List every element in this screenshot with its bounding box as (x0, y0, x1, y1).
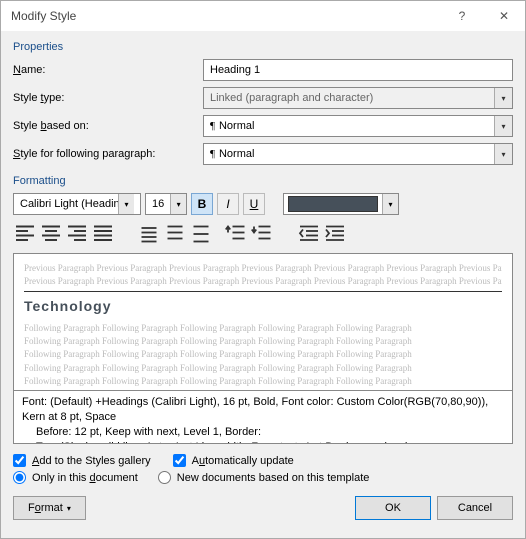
align-right-button[interactable] (65, 223, 89, 245)
preview-following-paragraph: Following Paragraph Following Paragraph … (24, 322, 502, 335)
align-left-button[interactable] (13, 223, 37, 245)
font-size-value: 16 (146, 198, 170, 210)
auto-update-label: Automatically update (192, 455, 294, 467)
modify-style-dialog: Modify Style ? ✕ Properties Name: Style … (0, 0, 526, 539)
preview-following-paragraph: Following Paragraph Following Paragraph … (24, 335, 502, 348)
based-on-value: Normal (219, 120, 254, 132)
properties-section-label: Properties (13, 41, 513, 53)
style-type-value: Linked (paragraph and character) (210, 92, 373, 104)
style-type-label: Style type: (13, 92, 203, 104)
preview-prev-paragraph: Previous Paragraph Previous Paragraph Pr… (24, 262, 502, 275)
ok-button[interactable]: OK (355, 496, 431, 520)
new-docs-label: New documents based on this template (177, 472, 370, 484)
indent-increase-button[interactable] (323, 223, 347, 245)
add-gallery-checkbox[interactable] (13, 454, 26, 467)
chevron-down-icon: ▾ (494, 144, 512, 164)
chevron-down-icon: ▾ (494, 116, 512, 136)
based-on-label: Style based on: (13, 120, 203, 132)
align-justify-button[interactable] (91, 223, 115, 245)
based-on-select[interactable]: ¶Normal ▾ (203, 115, 513, 137)
preview-following-paragraph: Following Paragraph Following Paragraph … (24, 348, 502, 361)
following-value: Normal (219, 148, 254, 160)
line-spacing-1-button[interactable] (137, 223, 161, 245)
chevron-down-icon: ▾ (118, 194, 134, 214)
add-gallery-label: Add to the Styles gallery (32, 455, 151, 467)
desc-line-3: Top: (Single solid line, Auto, 1 pt Line… (22, 440, 504, 444)
chevron-down-icon: ▾ (170, 194, 186, 214)
space-before-dec-button[interactable] (251, 223, 275, 245)
font-name-combo[interactable]: Calibri Light (Headings) ▾ (13, 193, 141, 215)
preview-prev-paragraph: Previous Paragraph Previous Paragraph Pr… (24, 275, 502, 288)
dialog-title: Modify Style (11, 9, 76, 23)
font-toolbar: Calibri Light (Headings) ▾ 16 ▾ B I U ▾ (13, 193, 513, 215)
name-input[interactable] (203, 59, 513, 81)
only-doc-label: Only in this document (32, 472, 138, 484)
preview-following-paragraph: Following Paragraph Following Paragraph … (24, 362, 502, 375)
indent-decrease-button[interactable] (297, 223, 321, 245)
paragraph-toolbar (13, 223, 513, 245)
titlebar: Modify Style ? ✕ (1, 1, 525, 31)
desc-line-2: Before: 12 pt, Keep with next, Level 1, … (22, 425, 504, 440)
color-swatch (288, 196, 378, 212)
italic-button[interactable]: I (217, 193, 239, 215)
name-label: Name: (13, 64, 203, 76)
following-label: Style for following paragraph: (13, 148, 203, 160)
line-spacing-15-button[interactable] (163, 223, 187, 245)
only-doc-radio[interactable] (13, 471, 26, 484)
preview-following-paragraph: Following Paragraph Following Paragraph … (24, 375, 502, 388)
font-size-combo[interactable]: 16 ▾ (145, 193, 187, 215)
line-spacing-2-button[interactable] (189, 223, 213, 245)
font-color-select[interactable]: ▾ (283, 193, 399, 215)
formatting-section-label: Formatting (13, 175, 513, 187)
bold-button[interactable]: B (191, 193, 213, 215)
help-button[interactable]: ? (441, 1, 483, 31)
format-button[interactable]: Format▾ (13, 496, 86, 520)
preview-pane: Previous Paragraph Previous Paragraph Pr… (13, 253, 513, 391)
underline-button[interactable]: U (243, 193, 265, 215)
new-docs-radio[interactable] (158, 471, 171, 484)
style-description: Font: (Default) +Headings (Calibri Light… (13, 390, 513, 444)
auto-update-checkbox[interactable] (173, 454, 186, 467)
preview-heading: Technology (24, 296, 502, 316)
align-center-button[interactable] (39, 223, 63, 245)
chevron-down-icon: ▾ (494, 88, 512, 108)
cancel-button[interactable]: Cancel (437, 496, 513, 520)
chevron-down-icon: ▾ (382, 194, 398, 214)
desc-line-1: Font: (Default) +Headings (Calibri Light… (22, 395, 504, 425)
following-select[interactable]: ¶Normal ▾ (203, 143, 513, 165)
style-type-select[interactable]: Linked (paragraph and character) ▾ (203, 87, 513, 109)
space-before-inc-button[interactable] (225, 223, 249, 245)
close-button[interactable]: ✕ (483, 1, 525, 31)
font-name-value: Calibri Light (Headings) (14, 198, 118, 210)
